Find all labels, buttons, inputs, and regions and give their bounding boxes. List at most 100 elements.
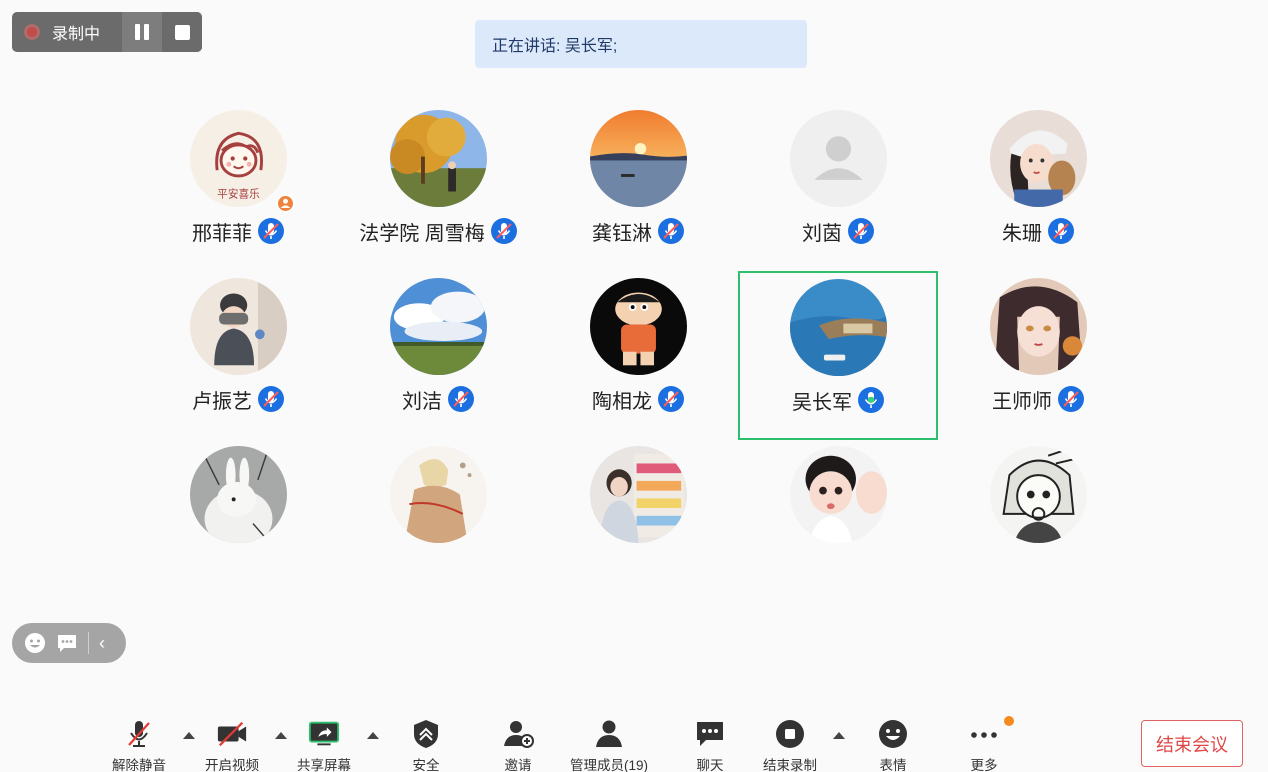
participant-tile[interactable] (938, 446, 1138, 546)
avatar (790, 279, 887, 376)
participant-tile[interactable] (138, 446, 338, 546)
share-screen-button[interactable]: 共享屏幕 (297, 718, 351, 772)
chat-button[interactable]: 聊天 (694, 718, 726, 772)
avatar (790, 446, 887, 543)
side-quick-panel: ‹ (12, 623, 126, 663)
participant-nameline: 陶相龙 (538, 384, 738, 414)
avatar (990, 110, 1087, 207)
participant-nameline: 卢振艺 (138, 384, 338, 414)
avatar (590, 446, 687, 543)
unmute-label: 解除静音 (112, 758, 166, 772)
mic-muted-icon (658, 218, 684, 244)
end-meeting-button[interactable]: 结束会议 (1141, 720, 1243, 767)
participant-tile[interactable]: 平安喜乐 邢菲菲 (138, 110, 338, 278)
participant-tile[interactable] (338, 446, 538, 546)
more-button[interactable]: 更多 (968, 718, 1000, 772)
security-label: 安全 (412, 758, 440, 772)
avatar (590, 278, 687, 375)
manage-members-label: 管理成员(19) (570, 758, 649, 772)
more-label: 更多 (970, 758, 998, 772)
participant-tile[interactable]: 刘洁 (338, 278, 538, 446)
host-icon (276, 194, 295, 213)
chat-label: 聊天 (696, 758, 724, 772)
participant-nameline: 刘茵 (738, 216, 938, 246)
reactions-label: 表情 (879, 758, 907, 772)
participant-nameline: 刘洁 (338, 384, 538, 414)
chat-icon (694, 718, 726, 750)
avatar: 平安喜乐 (190, 110, 287, 207)
mic-active-icon (858, 387, 884, 413)
mic-muted-icon (658, 386, 684, 412)
collapse-chevron-icon[interactable]: ‹ (99, 633, 105, 654)
meeting-toolbar: 解除静音 开启视频 共享屏幕 安全 邀请 管理成员(19) 聊天 结束录制 表情… (0, 708, 1268, 772)
share-screen-label: 共享屏幕 (297, 758, 351, 772)
mic-off-icon (123, 718, 155, 750)
manage-members-button[interactable]: 管理成员(19) (570, 718, 648, 772)
record-options-caret[interactable] (833, 732, 845, 739)
pause-recording-button[interactable] (122, 12, 162, 52)
record-dot-icon (24, 24, 40, 40)
avatar (390, 278, 487, 375)
participant-tile[interactable]: 陶相龙 (538, 278, 738, 446)
participant-tile[interactable]: 卢振艺 (138, 278, 338, 446)
participant-tile[interactable]: 刘茵 (738, 110, 938, 278)
mic-muted-icon (1048, 218, 1074, 244)
participant-name: 刘茵 (802, 222, 842, 245)
start-video-label: 开启视频 (205, 758, 259, 772)
participant-name: 龚钰淋 (592, 222, 652, 245)
share-screen-icon (308, 718, 340, 750)
avatar-lettering: 平安喜乐 (217, 187, 260, 200)
participant-nameline: 邢菲菲 (138, 216, 338, 246)
members-icon (593, 718, 625, 750)
participant-name: 王师师 (992, 390, 1052, 413)
participant-name: 朱珊 (1002, 222, 1042, 245)
participant-nameline: 法学院 周雪梅 (338, 216, 538, 246)
avatar (390, 110, 487, 207)
participant-name: 吴长军 (792, 391, 852, 414)
recording-status: 录制中 (12, 12, 122, 52)
participant-tile-active-speaker[interactable]: 吴长军 (738, 271, 938, 440)
invite-button[interactable]: 邀请 (502, 718, 534, 772)
video-options-caret[interactable] (275, 732, 287, 739)
participant-nameline: 王师师 (938, 384, 1138, 414)
shield-icon (410, 718, 442, 750)
pause-icon (135, 24, 149, 40)
security-button[interactable]: 安全 (410, 718, 442, 772)
participant-tile[interactable]: 朱珊 (938, 110, 1138, 278)
participant-nameline: 龚钰淋 (538, 216, 738, 246)
reactions-button[interactable]: 表情 (877, 718, 909, 772)
recording-label: 录制中 (52, 26, 101, 43)
chat-bubble-icon[interactable] (56, 632, 78, 654)
mic-muted-icon (258, 218, 284, 244)
unmute-button[interactable]: 解除静音 (112, 718, 166, 772)
participant-nameline: 吴长军 (740, 385, 936, 415)
participant-tile[interactable] (538, 446, 738, 546)
stop-recording-button[interactable] (162, 12, 202, 52)
share-options-caret[interactable] (367, 732, 379, 739)
participant-tile[interactable] (738, 446, 938, 546)
camera-off-icon (216, 718, 248, 750)
participant-tile[interactable]: 龚钰淋 (538, 110, 738, 278)
mic-muted-icon (490, 218, 517, 244)
audio-options-caret[interactable] (183, 732, 195, 739)
avatar (790, 110, 887, 207)
recording-bar: 录制中 (12, 12, 202, 52)
participant-name: 邢菲菲 (192, 222, 252, 245)
mic-muted-icon (448, 386, 474, 412)
avatar (590, 110, 687, 207)
emoji-icon[interactable] (24, 632, 46, 654)
avatar (990, 446, 1087, 543)
participant-name: 刘洁 (402, 390, 442, 413)
avatar (990, 278, 1087, 375)
invite-label: 邀请 (504, 758, 532, 772)
stop-record-icon (774, 718, 806, 750)
avatar (390, 446, 487, 543)
mic-muted-icon (1058, 386, 1084, 412)
stop-recording-toolbar-button[interactable]: 结束录制 (763, 718, 817, 772)
participant-tile[interactable]: 法学院 周雪梅 (338, 110, 538, 278)
add-user-icon (502, 718, 534, 750)
participant-tile[interactable]: 王师师 (938, 278, 1138, 446)
notification-dot (1004, 716, 1014, 726)
start-video-button[interactable]: 开启视频 (205, 718, 259, 772)
participant-nameline: 朱珊 (938, 216, 1138, 246)
